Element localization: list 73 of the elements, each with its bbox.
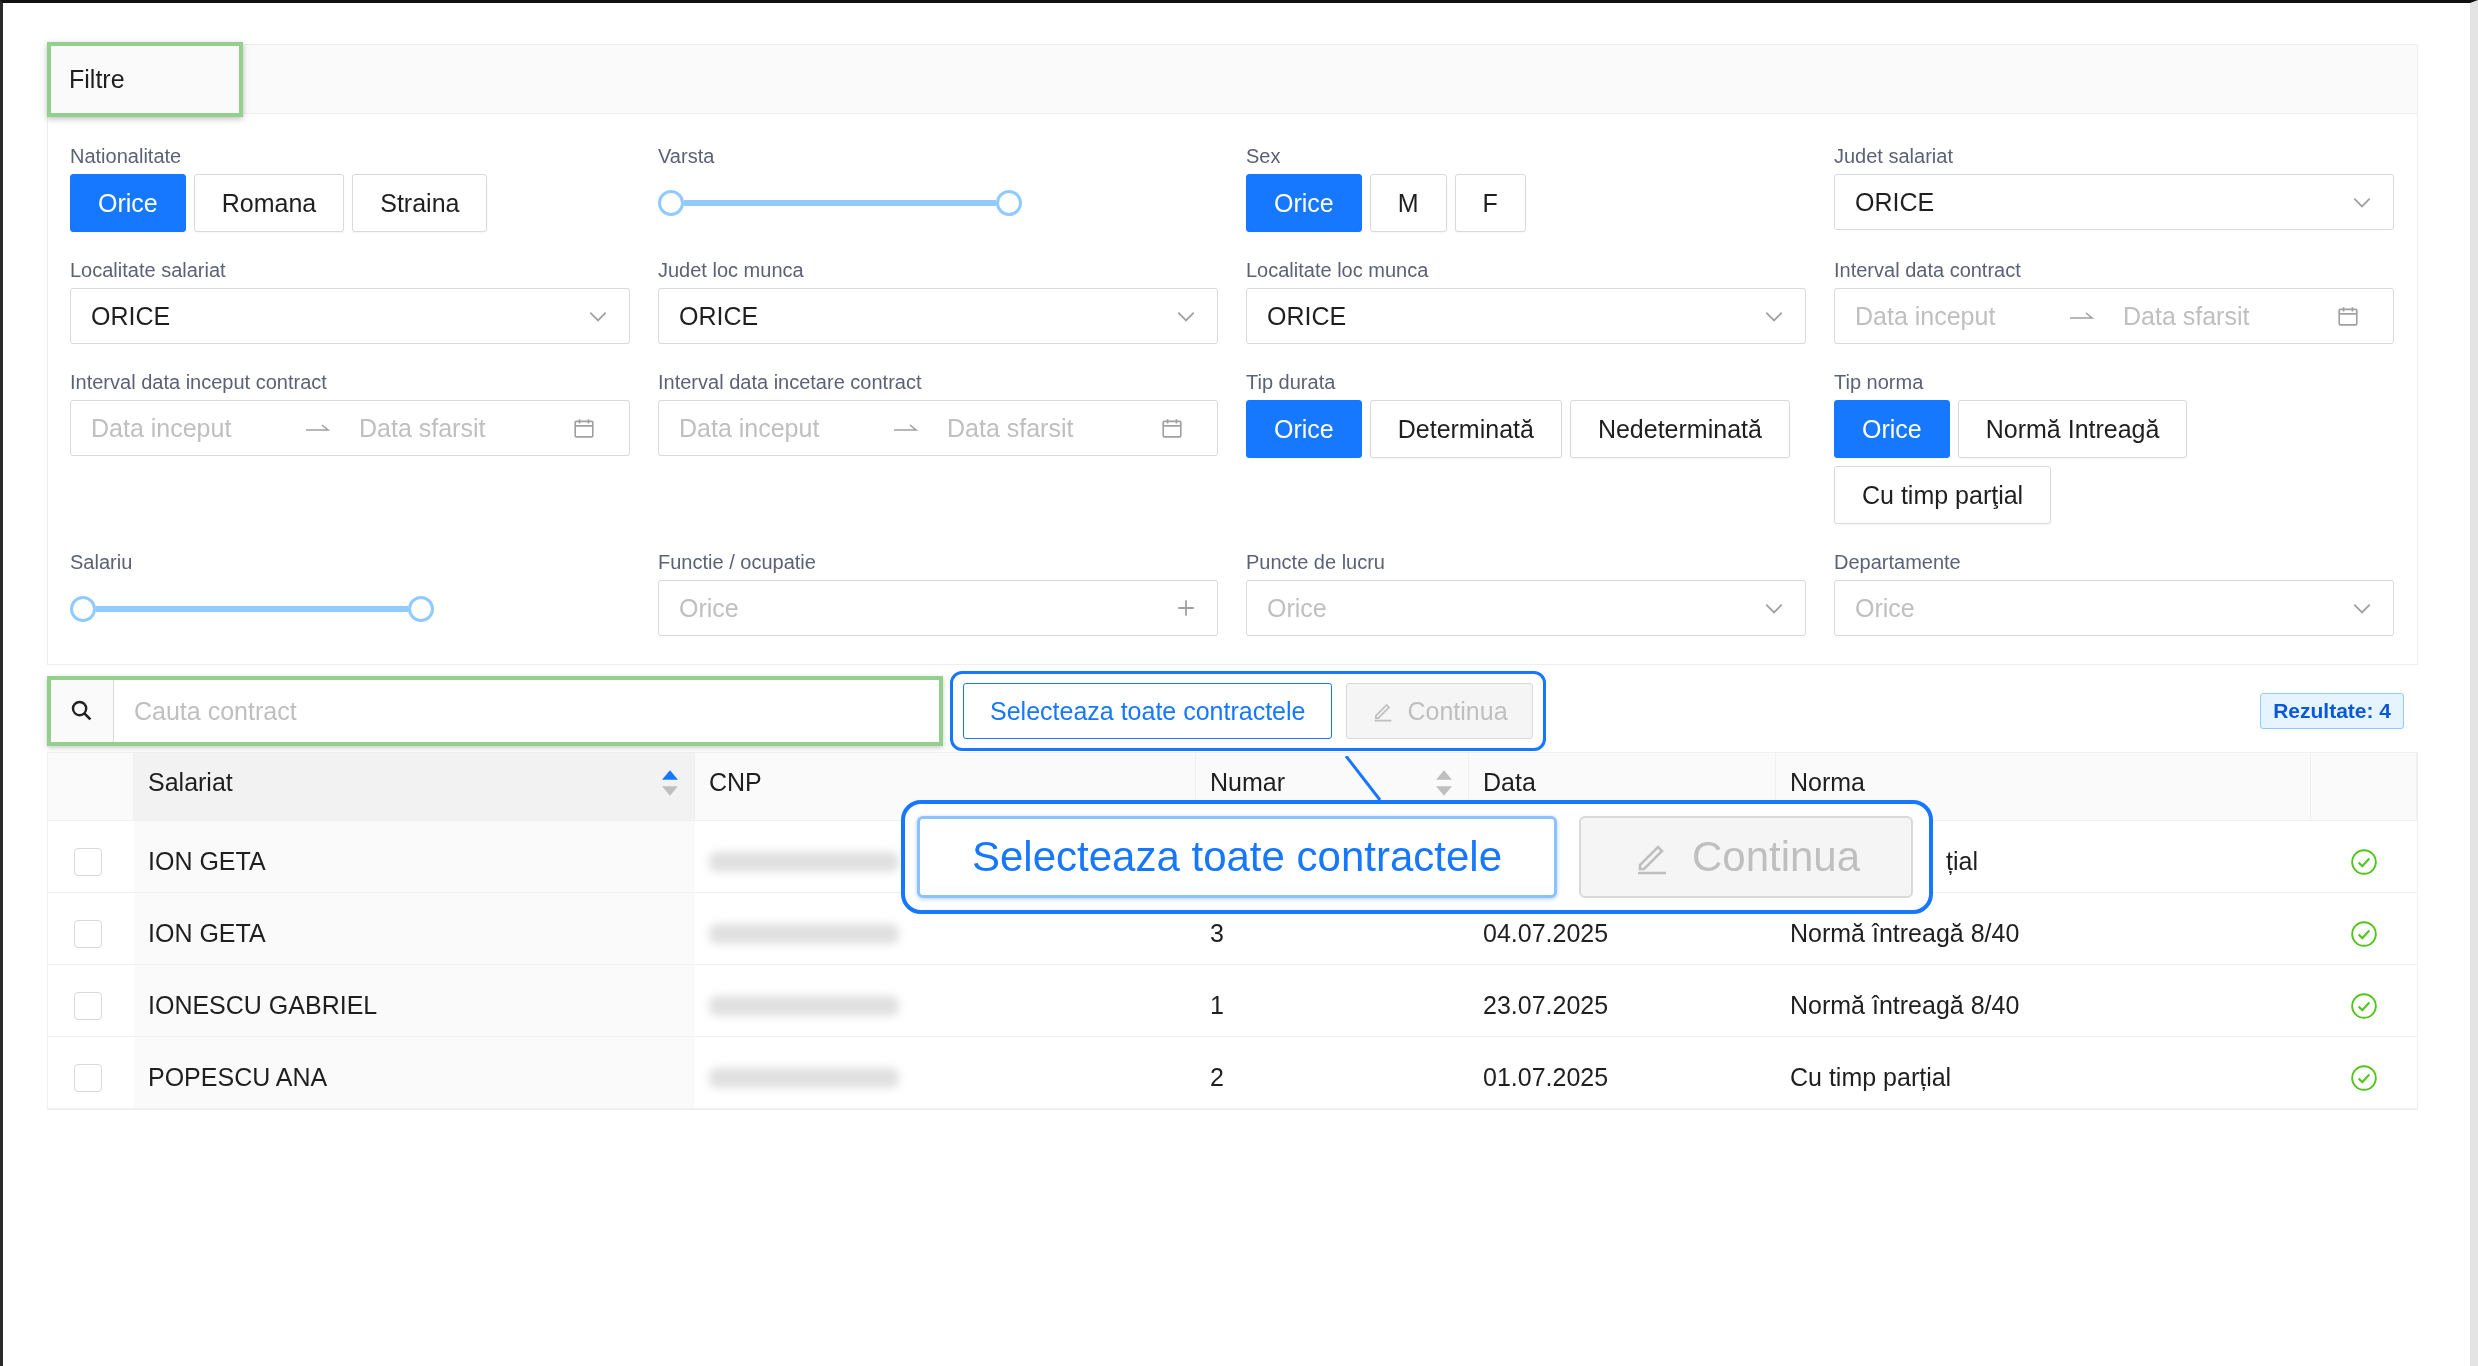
filter-label: Localitate salariat: [70, 258, 226, 282]
filter-option-button[interactable]: Orice: [70, 174, 186, 232]
start-date-input[interactable]: Data inceput: [91, 413, 291, 443]
end-date-input[interactable]: Data sfarsit: [947, 413, 1147, 443]
row-checkbox[interactable]: [74, 919, 102, 948]
filter-label: Localitate loc munca: [1246, 258, 1429, 282]
filter-label: Departamente: [1834, 550, 1961, 574]
filter-label: Interval data contract: [1834, 258, 2021, 282]
start-date-input[interactable]: Data inceput: [679, 413, 879, 443]
column-header[interactable]: Norma: [1776, 753, 2311, 821]
dropdown-select[interactable]: ORICE: [70, 288, 630, 344]
filter-option-button[interactable]: Orice: [1246, 400, 1362, 458]
dropdown-select[interactable]: ORICE: [1246, 288, 1806, 344]
range-slider[interactable]: [70, 596, 434, 622]
slider-handle[interactable]: [996, 190, 1022, 216]
filter-label: Sex: [1246, 144, 1281, 168]
date-range-field[interactable]: Data inceput Data sfarsit: [658, 400, 1218, 456]
filter-label: Judet salariat: [1834, 144, 1953, 168]
column-header[interactable]: Salariat: [134, 753, 695, 821]
table-cell: 1: [1196, 965, 1469, 1037]
slider-handle[interactable]: [70, 596, 96, 622]
filter-option-button[interactable]: Straina: [352, 174, 488, 232]
filter-option-button[interactable]: Orice: [1246, 174, 1362, 232]
calendar-icon: [573, 417, 595, 439]
filter-label: Nationalitate: [70, 144, 182, 168]
filter-option-button[interactable]: Determinată: [1369, 400, 1562, 458]
dropdown-select[interactable]: ORICE: [1834, 174, 2394, 230]
results-badge: Rezultate: 4: [2260, 693, 2404, 729]
dropdown-select[interactable]: ORICE: [658, 288, 1218, 344]
search-field[interactable]: Cauta contract: [47, 676, 943, 746]
select-all-button[interactable]: Selecteaza toate contractele: [917, 816, 1557, 898]
table-cell: Normă întreagă 8/40: [1776, 965, 2311, 1037]
filter-option-button[interactable]: Cu timp parţial: [1834, 466, 2052, 524]
date-range-field[interactable]: Data inceput Data sfarsit: [70, 400, 630, 456]
filter-option-button[interactable]: F: [1454, 174, 1526, 232]
filter-option-button[interactable]: Nedeterminată: [1569, 400, 1790, 458]
range-slider[interactable]: [658, 190, 1022, 216]
filter-label: Tip durata: [1246, 370, 1336, 394]
row-checkbox[interactable]: [74, 1063, 102, 1092]
calendar-icon: [1161, 417, 1183, 439]
calendar-icon: [2337, 305, 2359, 327]
filter-label: Interval data inceput contract: [70, 370, 327, 394]
filter-label: Judet loc munca: [658, 258, 804, 282]
table-cell: 2: [1196, 1037, 1469, 1109]
date-range-field[interactable]: Data inceput Data sfarsit: [1834, 288, 2394, 344]
filter-option-button[interactable]: Orice: [1834, 400, 1950, 458]
plus-icon: [1175, 597, 1197, 619]
table-cell: POPESCU ANA: [134, 1037, 695, 1109]
filter-label: Varsta: [658, 144, 715, 168]
filter-label: Puncte de lucru: [1246, 550, 1385, 574]
end-date-input[interactable]: Data sfarsit: [2123, 301, 2323, 331]
end-date-input[interactable]: Data sfarsit: [359, 413, 559, 443]
table-cell: ION GETA: [134, 893, 695, 965]
filter-label: Interval data incetare contract: [658, 370, 922, 394]
table-cell: Cu timp parțial: [1776, 1037, 2311, 1109]
filter-option-button[interactable]: Normă Intreagă: [1957, 400, 2188, 458]
filter-option-button[interactable]: Romana: [193, 174, 345, 232]
filter-panel-title: Filtre: [47, 42, 243, 117]
table-cell: IONESCU GABRIEL: [134, 965, 695, 1037]
table-cell: 01.07.2025: [1469, 1037, 1776, 1109]
slider-handle[interactable]: [408, 596, 434, 622]
filter-option-button[interactable]: M: [1369, 174, 1447, 232]
row-checkbox[interactable]: [74, 991, 102, 1020]
search-icon: [70, 699, 94, 723]
row-checkbox[interactable]: [74, 847, 102, 876]
table-cell: ION GETA: [134, 821, 695, 893]
slider-handle[interactable]: [658, 190, 684, 216]
start-date-input[interactable]: Data inceput: [1855, 301, 2055, 331]
filter-label: Salariu: [70, 550, 133, 574]
filter-label: Tip norma: [1834, 370, 1924, 394]
filter-label: Functie / ocupatie: [658, 550, 816, 574]
select-all-button[interactable]: Selecteaza toate contractele: [963, 683, 1333, 739]
table-cell: 23.07.2025: [1469, 965, 1776, 1037]
